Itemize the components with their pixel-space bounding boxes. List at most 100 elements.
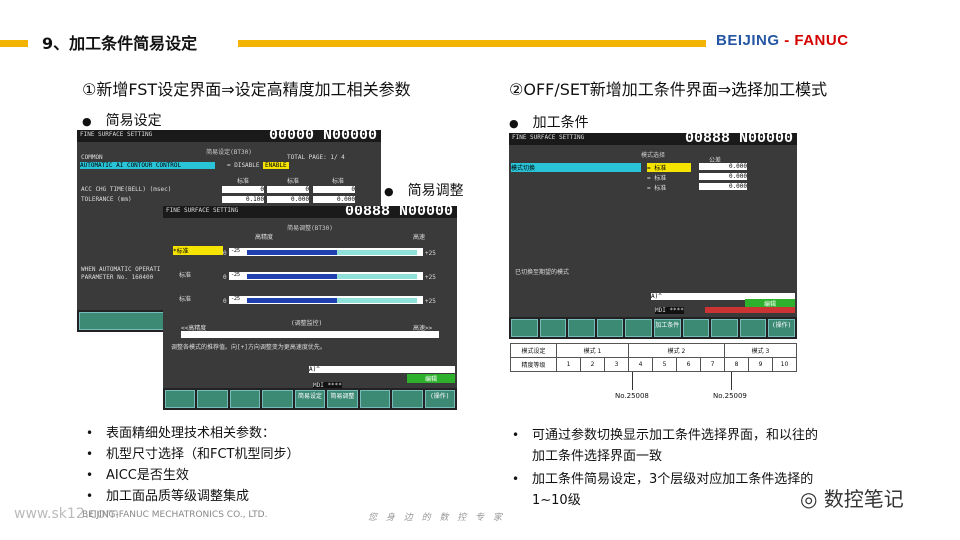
screen1-number: 00000 N00000 xyxy=(268,130,377,144)
softkey-machining-condition[interactable]: 加工条件 xyxy=(653,319,681,337)
acc-value-2[interactable]: 0 xyxy=(267,186,309,193)
wechat-badge: ◎ 数控笔记 xyxy=(800,487,904,511)
screen1-title: FINE SURFACE SETTING xyxy=(80,131,153,138)
tol-label: TOLERANCE (mm) xyxy=(81,196,132,203)
acc-value-1[interactable]: 0 xyxy=(222,186,264,193)
pointer-25009 xyxy=(731,372,732,390)
brand-logo: BEIJING - FANUC xyxy=(716,32,849,49)
note-left-4: 加工面品质等级调整集成 xyxy=(82,486,300,507)
screen3-softkeys[interactable]: 加工条件 (操作) xyxy=(509,317,797,339)
screen3-mdi-status: MDI **** xyxy=(655,307,684,314)
adjust-monitor-label: (调整监控) xyxy=(291,320,323,327)
wechat-icon: ◎ xyxy=(800,487,818,511)
adjust-row3-track[interactable]: -25 xyxy=(229,296,423,304)
screen3-number: 00888 N00000 xyxy=(684,133,793,147)
param-25009: No.25009 xyxy=(713,392,747,400)
table-mode-2: 模式 2 xyxy=(628,343,725,358)
adjust-row1-value: 0 xyxy=(223,250,227,257)
bullet-simple-adjust: 简易调整 xyxy=(384,180,464,200)
note-right-1: 可通过参数切换显示加工条件选择界面，和以往的加工条件选择界面一致 xyxy=(508,425,828,467)
label-high-precision: 高精度 xyxy=(255,234,274,241)
pointer-25008 xyxy=(632,372,633,390)
level-cell: 8 xyxy=(724,357,749,372)
screen2-title: FINE SURFACE SETTING xyxy=(166,207,239,214)
aicc-value: = DISABLE / xyxy=(227,162,267,169)
input-line[interactable]: A)^ xyxy=(309,366,455,373)
level-cell: 10 xyxy=(772,357,797,372)
softkey-operation-3[interactable]: (操作) xyxy=(768,319,795,337)
mode-tol-1[interactable]: 0.000 xyxy=(699,163,747,170)
warn-line-1: WHEN AUTOMATIC OPERATI xyxy=(81,266,161,273)
note-right-2: 加工条件简易设定，3个层级对应加工条件选择的1~10级 xyxy=(508,469,828,511)
right-subtitle: ②OFF/SET新增加工条件界面⇒选择加工模式 xyxy=(509,80,828,99)
adjust-row2-track[interactable]: -25 xyxy=(229,272,423,280)
tol-value-1[interactable]: 0.100 xyxy=(222,196,264,203)
col-standard-1: 标准 xyxy=(237,178,250,185)
screen3-mode: 模式选择 xyxy=(640,152,665,159)
screen-simple-adjust: FINE SURFACE SETTING 00888 N00000 简易调整(BT… xyxy=(163,206,457,410)
screen3-message: 已切换至期望的模式 xyxy=(515,269,570,276)
softkey-operation[interactable]: (操作) xyxy=(424,390,455,408)
level-table: 模式设定 模式 1 模式 2 模式 3 精度等级 1 2 3 4 5 6 7 8… xyxy=(510,343,797,372)
note-left-3: AICC是否生效 xyxy=(82,465,300,486)
level-cell: 6 xyxy=(676,357,701,372)
notes-left: 表面精细处理技术相关参数： 机型尺寸选择（和FCT机型同步） AICC是否生效 … xyxy=(82,423,300,507)
adjust-row1-max: +25 xyxy=(425,250,436,257)
aicc-field[interactable]: AUTOMATIC AI CONTOUR CONTROL xyxy=(80,162,215,169)
adjust-row3-value: 0 xyxy=(223,298,227,305)
adjust-row1-label[interactable]: *标准 xyxy=(173,246,223,255)
level-cell: 4 xyxy=(628,357,653,372)
adjust-row3-label[interactable]: 标准 xyxy=(179,294,191,303)
mode-option-1[interactable]: = 标准 xyxy=(647,163,691,172)
title-bar-accent xyxy=(0,40,28,47)
softkey-simple-adjust[interactable]: 简易调整 xyxy=(327,390,358,408)
slide-title: 9、加工条件简易设定 xyxy=(42,34,198,53)
note-left-2: 机型尺寸选择（和FCT机型同步） xyxy=(82,444,300,465)
acc-label: ACC CHG TIME(BELL) (msec) xyxy=(81,186,172,193)
adjust-message: 调整各模式的推荐值。向[+]方向调整变为更高速度优先。 xyxy=(171,344,326,351)
tol-value-3[interactable]: 0.000 xyxy=(313,196,355,203)
mode-option-3[interactable]: = 标准 xyxy=(647,183,666,192)
acc-value-3[interactable]: 0 xyxy=(313,186,355,193)
adjust-row2-value: 0 xyxy=(223,274,227,281)
mode-tol-3[interactable]: 0.000 xyxy=(699,183,747,190)
footer-company: BEIJING-FANUC MECHATRONICS CO., LTD. xyxy=(82,510,268,520)
mode-switch-field[interactable]: 模式切换 xyxy=(511,163,641,172)
screen2-softkeys[interactable]: 简易设定 简易调整 (操作) xyxy=(163,388,457,410)
table-mode-3: 模式 3 xyxy=(724,343,797,358)
screen1-total-page: TOTAL PAGE: 1/ 4 xyxy=(287,154,345,161)
warn-line-2: PARAMETER No. 160400 xyxy=(81,274,154,281)
mode-tol-2[interactable]: 0.000 xyxy=(699,173,747,180)
level-cell: 1 xyxy=(556,357,581,372)
bullet-simple-setting: 简易设定 xyxy=(82,110,162,130)
table-header-level: 精度等级 xyxy=(510,357,557,372)
footer-slogan: 您 身 边 的 数 控 专 家 xyxy=(368,513,506,523)
level-cell: 2 xyxy=(580,357,605,372)
table-header-mode: 模式设定 xyxy=(510,343,557,358)
col-standard-2: 标准 xyxy=(287,178,300,185)
label-high-speed: 高速 xyxy=(413,234,426,241)
title-bar-accent-right xyxy=(238,40,706,47)
adjust-row2-max: +25 xyxy=(425,274,436,281)
alarm-bar xyxy=(705,307,795,313)
screen-machining-condition: FINE SURFACE SETTING 00888 N00000 模式选择 公差… xyxy=(509,133,797,339)
mode-option-2[interactable]: = 标准 xyxy=(647,173,666,182)
adjust-row3-max: +25 xyxy=(425,298,436,305)
table-mode-1: 模式 1 xyxy=(556,343,629,358)
note-left-1: 表面精细处理技术相关参数： xyxy=(82,423,300,444)
adjust-row1-track[interactable]: -25 xyxy=(229,248,423,256)
screen1-common: COMMON xyxy=(81,154,103,161)
left-subtitle: ①新增FST设定界面⇒设定高精度加工相关参数 xyxy=(82,80,411,99)
col-standard-3: 标准 xyxy=(332,178,345,185)
softkey-simple-setting[interactable]: 简易设定 xyxy=(294,390,326,408)
param-25008: No.25008 xyxy=(615,392,649,400)
screen2-number: 00888 N00000 xyxy=(344,206,453,220)
level-cell: 9 xyxy=(748,357,773,372)
level-cell: 3 xyxy=(604,357,629,372)
enable-option[interactable]: ENABLE xyxy=(263,162,289,169)
adjust-row2-label[interactable]: 标准 xyxy=(179,270,191,279)
bullet-machining-condition: 加工条件 xyxy=(509,112,589,132)
level-cell: 7 xyxy=(700,357,725,372)
edit-badge: 编辑 xyxy=(407,374,455,383)
tol-value-2[interactable]: 0.000 xyxy=(267,196,309,203)
